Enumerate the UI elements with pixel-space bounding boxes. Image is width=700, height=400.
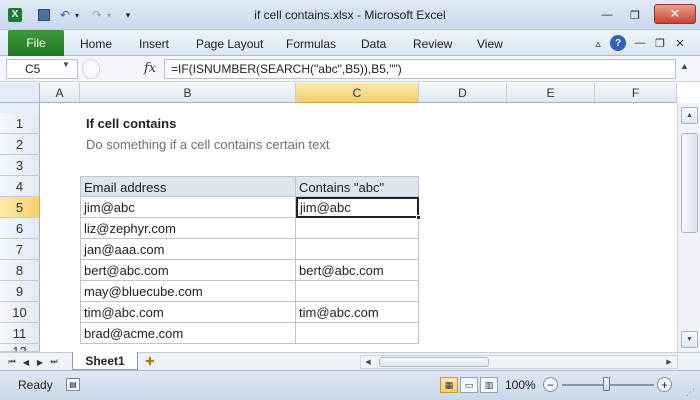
formula-expand-icon[interactable]: ▲ xyxy=(680,61,689,71)
tab-data[interactable]: Data xyxy=(361,34,386,54)
tab-home[interactable]: Home xyxy=(80,34,112,54)
undo-dropdown-icon[interactable]: ▾ xyxy=(72,6,82,24)
table-cell-b6[interactable]: liz@zephyr.com xyxy=(80,218,296,239)
column-header-c[interactable]: C xyxy=(296,83,419,103)
close-window-button[interactable]: ✕ xyxy=(654,4,696,24)
column-header-b[interactable]: B xyxy=(80,83,296,103)
maximize-button[interactable]: ❐ xyxy=(624,6,646,24)
select-all-corner[interactable] xyxy=(0,83,40,103)
workbook-close-button[interactable]: ✕ xyxy=(672,35,688,51)
undo-icon[interactable]: ↶ xyxy=(58,6,72,24)
row-header-5[interactable]: 5 xyxy=(0,197,40,218)
table-cell-c10[interactable]: tim@abc.com xyxy=(296,302,419,323)
redo-dropdown-icon[interactable]: ▾ xyxy=(104,6,114,24)
table-cell-c7[interactable] xyxy=(296,239,419,260)
cell-b1-title[interactable]: If cell contains xyxy=(83,113,383,134)
cell-b4-header[interactable]: Email address xyxy=(80,176,296,197)
table-cell-b11[interactable]: brad@acme.com xyxy=(80,323,296,344)
title-bar: X ↶ ▾ ↷ ▾ ▾ if cell contains.xlsx - Micr… xyxy=(0,0,700,30)
column-header-f[interactable]: F xyxy=(595,83,677,103)
help-icon[interactable]: ? xyxy=(610,35,626,51)
insert-sheet-icon[interactable]: ✚ xyxy=(140,354,160,369)
vertical-scroll-thumb[interactable] xyxy=(681,133,698,233)
save-icon[interactable] xyxy=(36,6,52,24)
ribbon-minimize-icon[interactable]: ▵ xyxy=(590,35,606,51)
row-header-2[interactable]: 2 xyxy=(0,134,40,155)
last-sheet-icon[interactable]: ⏭ xyxy=(48,356,60,368)
scroll-right-icon[interactable]: ▶ xyxy=(663,357,675,367)
insert-function-icon[interactable]: fx xyxy=(144,61,156,76)
sheet-tabs-bar: ⏮ ◀ ▶ ⏭ Sheet1 ✚ ◀ ▶ xyxy=(0,352,700,370)
table-cell-b9[interactable]: may@bluecube.com xyxy=(80,281,296,302)
resize-grip-icon[interactable]: ⋰ xyxy=(686,387,695,398)
tab-formulas[interactable]: Formulas xyxy=(286,34,336,54)
tab-file[interactable]: File xyxy=(8,30,64,56)
row-header-8[interactable]: 8 xyxy=(0,260,40,281)
table-cell-b7[interactable]: jan@aaa.com xyxy=(80,239,296,260)
fill-handle[interactable] xyxy=(416,215,421,220)
excel-logo-icon: X xyxy=(8,6,22,24)
column-header-a[interactable]: A xyxy=(40,83,80,103)
scroll-left-icon[interactable]: ◀ xyxy=(362,357,374,367)
table-cell-c8[interactable]: bert@abc.com xyxy=(296,260,419,281)
prev-sheet-icon[interactable]: ◀ xyxy=(20,356,32,368)
scroll-down-icon[interactable]: ▼ xyxy=(681,331,698,348)
zoom-slider-thumb[interactable] xyxy=(603,377,610,391)
row-header-6[interactable]: 6 xyxy=(0,218,40,239)
table-cell-c5-selected[interactable]: jim@abc xyxy=(296,197,419,218)
cell-b2-subtitle[interactable]: Do something if a cell contains certain … xyxy=(83,134,403,155)
cell-c4-header[interactable]: Contains "abc" xyxy=(296,176,419,197)
column-header-d[interactable]: D xyxy=(419,83,507,103)
name-box-dropdown-icon[interactable]: ▼ xyxy=(62,60,70,69)
macro-record-icon[interactable]: ▤ xyxy=(66,378,80,391)
row-header-spacer xyxy=(0,103,40,113)
row-header-11[interactable]: 11 xyxy=(0,323,40,344)
table-cell-b8[interactable]: bert@abc.com xyxy=(80,260,296,281)
workbook-minimize-button[interactable]: — xyxy=(632,35,648,51)
column-header-e[interactable]: E xyxy=(507,83,595,103)
worksheet-grid[interactable]: If cell contains Do something if a cell … xyxy=(40,103,677,352)
row-header-7[interactable]: 7 xyxy=(0,239,40,260)
zoom-out-button[interactable]: − xyxy=(543,377,558,392)
tab-view[interactable]: View xyxy=(477,34,503,54)
page-layout-view-icon[interactable]: ▭ xyxy=(460,377,478,393)
tab-page-layout[interactable]: Page Layout xyxy=(196,34,263,54)
redo-icon[interactable]: ↷ xyxy=(90,6,104,24)
row-header-4[interactable]: 4 xyxy=(0,176,40,197)
row-header-1[interactable]: 1 xyxy=(0,113,40,134)
table-cell-b5[interactable]: jim@abc xyxy=(80,197,296,218)
horizontal-scrollbar[interactable]: ◀ ▶ xyxy=(360,355,678,369)
row-header-10[interactable]: 10 xyxy=(0,302,40,323)
scroll-up-icon[interactable]: ▲ xyxy=(681,107,698,124)
formula-bar: C5 ▼ fx =IF(ISNUMBER(SEARCH("abc",B5)),B… xyxy=(0,56,700,82)
page-break-view-icon[interactable]: ▥ xyxy=(480,377,498,393)
vertical-scrollbar[interactable]: ▲ ▼ xyxy=(677,103,700,352)
status-bar: Ready ▤ ▦ ▭ ▥ 100% − + ⋰ xyxy=(0,370,700,400)
status-ready: Ready xyxy=(18,378,53,392)
customize-toolbar-icon[interactable]: ▾ xyxy=(122,6,134,24)
tab-insert[interactable]: Insert xyxy=(139,34,169,54)
workbook-restore-button[interactable]: ❐ xyxy=(652,35,668,51)
formula-bar-divider xyxy=(82,59,100,79)
next-sheet-icon[interactable]: ▶ xyxy=(34,356,46,368)
first-sheet-icon[interactable]: ⏮ xyxy=(6,356,18,368)
row-header-9[interactable]: 9 xyxy=(0,281,40,302)
minimize-button[interactable]: — xyxy=(596,6,618,24)
formula-input[interactable]: =IF(ISNUMBER(SEARCH("abc",B5)),B5,"") xyxy=(164,59,676,79)
sheet-tab-sheet1[interactable]: Sheet1 xyxy=(72,352,138,370)
table-cell-c6[interactable] xyxy=(296,218,419,239)
table-cell-c9[interactable] xyxy=(296,281,419,302)
zoom-level[interactable]: 100% xyxy=(505,378,536,392)
horizontal-scroll-thumb[interactable] xyxy=(379,357,489,367)
table-cell-b10[interactable]: tim@abc.com xyxy=(80,302,296,323)
tab-review[interactable]: Review xyxy=(413,34,452,54)
row-header-12[interactable]: 12 xyxy=(0,344,40,352)
table-cell-c11[interactable] xyxy=(296,323,419,344)
normal-view-icon[interactable]: ▦ xyxy=(440,377,458,393)
row-header-3[interactable]: 3 xyxy=(0,155,40,176)
zoom-in-button[interactable]: + xyxy=(657,377,672,392)
